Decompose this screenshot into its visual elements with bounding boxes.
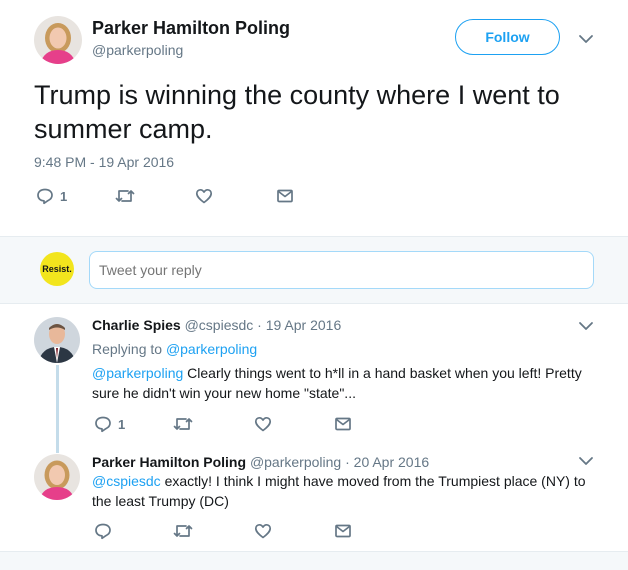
- reply-avatar[interactable]: [34, 454, 80, 500]
- reply-icon: [95, 416, 111, 433]
- message-icon: [277, 189, 293, 203]
- replying-to-label: Replying to: [92, 341, 163, 357]
- author-handle[interactable]: @parkerpoling: [92, 42, 183, 58]
- mention-link[interactable]: @cspiesdc: [92, 473, 161, 489]
- retweet-action[interactable]: [115, 187, 135, 205]
- message-action[interactable]: [276, 187, 294, 205]
- chevron-down-icon[interactable]: [577, 318, 595, 339]
- reply-header: Charlie Spies @cspiesdc · 19 Apr 2016: [92, 317, 341, 333]
- reply-text-line: Clearly things went to h*ll in a hand ba…: [183, 365, 582, 381]
- reply-date-separator: ·: [345, 454, 350, 470]
- reply-text-line: exactly! I think I might have moved from…: [160, 473, 586, 489]
- reply-date-separator: ·: [257, 317, 262, 333]
- follow-button[interactable]: Follow: [455, 19, 560, 55]
- user-avatar: Resist.: [40, 252, 74, 286]
- reply-action[interactable]: [94, 522, 118, 540]
- retweet-icon: [173, 525, 193, 537]
- author-name[interactable]: Parker Hamilton Poling: [92, 18, 290, 39]
- message-icon: [335, 524, 351, 538]
- reply-count: 1: [60, 188, 68, 204]
- reply-icon: [95, 523, 111, 540]
- like-action[interactable]: [254, 522, 272, 540]
- reply-action[interactable]: 1: [94, 415, 125, 433]
- like-icon: [254, 416, 272, 432]
- chevron-down-icon[interactable]: [577, 30, 595, 48]
- reply-author-handle[interactable]: @cspiesdc: [185, 317, 254, 333]
- reply-text-line: sure he didn't win your new home "state"…: [92, 385, 356, 401]
- reply-date[interactable]: 19 Apr 2016: [266, 317, 342, 333]
- author-avatar[interactable]: [34, 16, 82, 64]
- tweet-text: Trump is winning the county where I went…: [34, 80, 560, 144]
- like-action[interactable]: [195, 187, 213, 205]
- replying-to-link[interactable]: @parkerpoling: [166, 341, 257, 357]
- bottom-divider: [0, 551, 628, 570]
- tweet-timestamp[interactable]: 9:48 PM - 19 Apr 2016: [34, 154, 174, 170]
- reply-text-line: the least Trumpy (DC): [92, 493, 229, 509]
- message-icon: [335, 417, 351, 431]
- mention-link[interactable]: @parkerpoling: [92, 365, 183, 381]
- reply-count: 1: [118, 416, 126, 432]
- reply-input[interactable]: [89, 251, 594, 289]
- retweet-icon: [173, 418, 193, 430]
- reply-author-name[interactable]: Charlie Spies: [92, 317, 181, 333]
- message-action[interactable]: [334, 415, 352, 433]
- reply-avatar[interactable]: [34, 317, 80, 363]
- avatar-badge-text: Resist.: [42, 264, 72, 274]
- reply-header: Parker Hamilton Poling @parkerpoling · 2…: [92, 454, 429, 470]
- retweet-action[interactable]: [173, 415, 193, 433]
- reply-icon: [37, 188, 53, 205]
- reply-author-handle[interactable]: @parkerpoling: [250, 454, 341, 470]
- retweet-action[interactable]: [173, 522, 193, 540]
- thread-connector: [56, 365, 59, 453]
- like-icon: [254, 523, 272, 539]
- reply-author-name[interactable]: Parker Hamilton Poling: [92, 454, 246, 470]
- message-action[interactable]: [334, 522, 352, 540]
- reply-date[interactable]: 20 Apr 2016: [354, 454, 430, 470]
- retweet-icon: [115, 190, 135, 202]
- replying-to: Replying to @parkerpoling: [92, 339, 257, 359]
- like-action[interactable]: [254, 415, 272, 433]
- reply-action[interactable]: 1: [36, 187, 67, 205]
- like-icon: [195, 188, 213, 204]
- reply-text: @cspiesdc exactly! I think I might have …: [92, 471, 612, 511]
- reply-text: @parkerpoling Clearly things went to h*l…: [92, 363, 612, 403]
